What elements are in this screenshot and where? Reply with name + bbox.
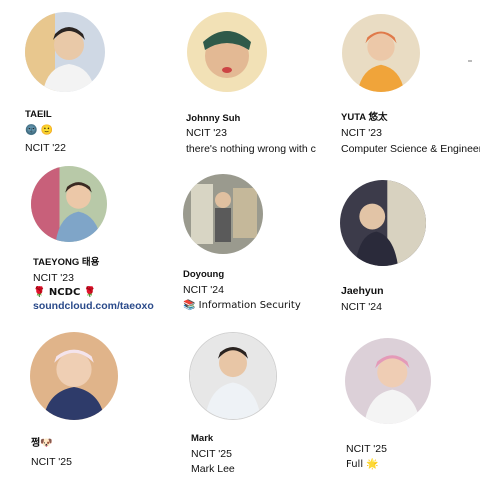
profile-bio: Mark Lee [191, 463, 235, 475]
profile-name[interactable]: Doyoung [183, 268, 224, 281]
profile-class-year: NCIT '24 [341, 301, 382, 313]
profile-website-link[interactable]: soundcloud.com/taeoxo [33, 300, 154, 313]
profile-name[interactable]: TAEIL [25, 108, 52, 121]
profile-class-year: NCIT '25 [191, 448, 232, 460]
profile-bio: 🌹 NCDC 🌹 [33, 287, 97, 298]
avatar[interactable] [25, 12, 105, 92]
avatar[interactable] [345, 338, 431, 424]
profile-class-year: NCIT '22 [25, 142, 66, 154]
profile-name[interactable]: TAEYONG 태용 [33, 256, 99, 269]
profile-bio: Computer Science & Engineer [341, 143, 480, 155]
profile-class-year: NCIT '25 [31, 456, 72, 468]
profile-class-year: NCIT '24 [183, 284, 224, 296]
avatar[interactable] [183, 174, 263, 254]
profile-name[interactable]: Johnny Suh [186, 112, 240, 125]
profile-name[interactable]: YUTA 悠太 [341, 111, 387, 124]
profile-name[interactable]: Mark [191, 432, 213, 445]
profile-class-year: NCIT '23 [186, 127, 227, 139]
profile-name[interactable]: Jaehyun [341, 285, 384, 298]
avatar[interactable] [31, 166, 107, 242]
profile-class-year: NCIT '23 [33, 272, 74, 284]
profile-bio: Full 🌟 [346, 459, 379, 470]
avatar[interactable] [342, 14, 420, 92]
avatar[interactable] [189, 332, 277, 420]
profile-badges: 🌚 🙂 [25, 125, 54, 136]
avatar[interactable] [340, 180, 426, 266]
avatar[interactable] [187, 12, 267, 92]
profile-class-year: NCIT '25 [346, 443, 387, 455]
avatar[interactable] [30, 332, 118, 420]
scroll-edge-mark [468, 60, 472, 62]
profile-bio: there's nothing wrong with c [186, 143, 316, 155]
profile-name[interactable]: 쩡🐶 [31, 437, 53, 450]
profile-bio: 📚 Information Security [183, 300, 301, 311]
profile-class-year: NCIT '23 [341, 127, 382, 139]
